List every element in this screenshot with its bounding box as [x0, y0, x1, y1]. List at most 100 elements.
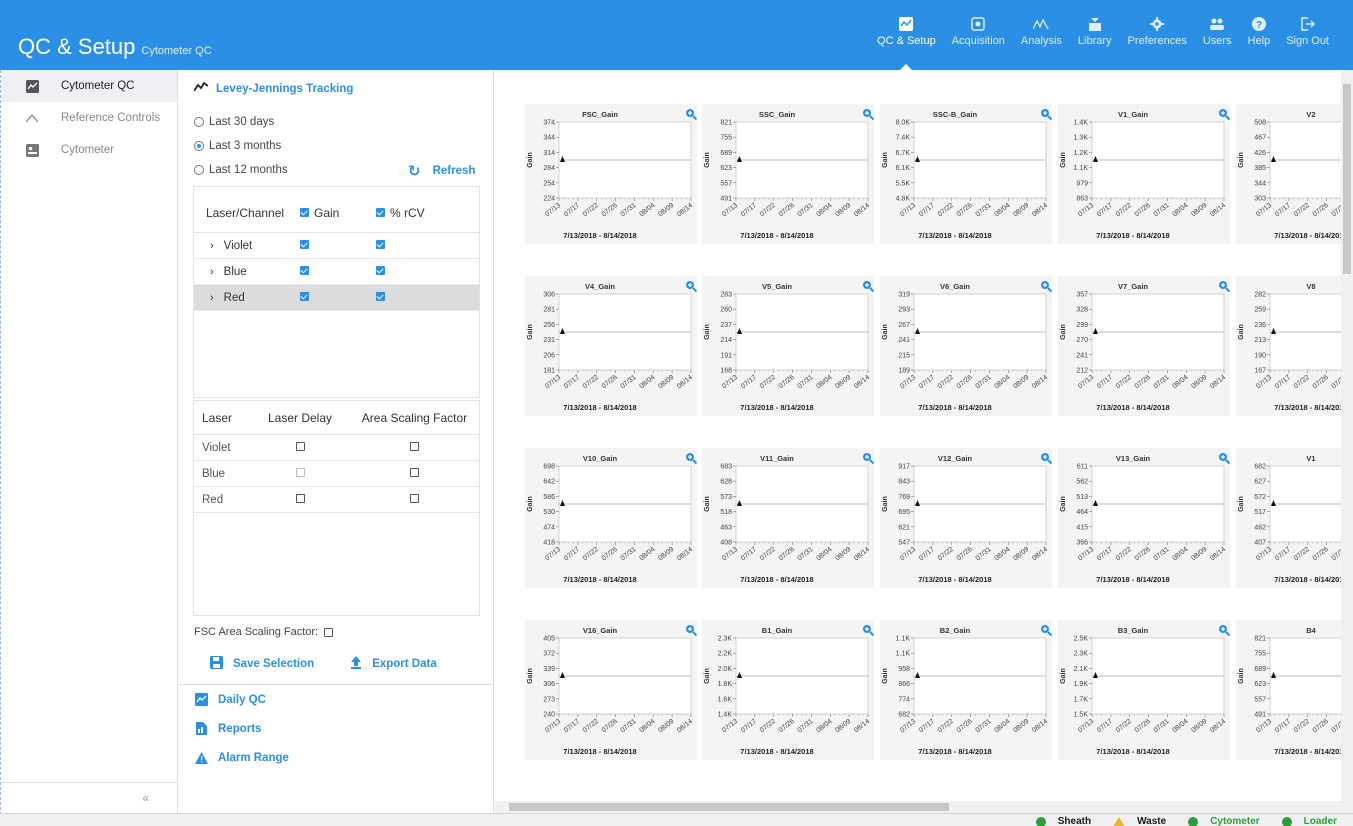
chart-panel[interactable]: FSC_Gain 374 344 314 284 254 224 Gain 07/13 07/17… [525, 104, 697, 244]
vertical-scroll-thumb[interactable] [1343, 84, 1351, 274]
nav-library[interactable]: Library [1070, 16, 1120, 64]
section-alarm-range[interactable]: Alarm Range [178, 743, 494, 772]
x-tick-label: 07/22 [937, 546, 955, 562]
y-tick-label: 273 [543, 696, 555, 703]
y-axis-label: Gain [1060, 324, 1067, 340]
horizontal-scroll-thumb[interactable] [509, 803, 949, 811]
range-radio[interactable] [194, 165, 204, 175]
y-tick-label: 1.4K [1074, 120, 1089, 127]
range-radio[interactable] [194, 141, 204, 151]
export-data-button[interactable]: Export Data [350, 656, 437, 672]
chart-panel[interactable]: V6_Gain 319 293 267 241 215 189 Gain 07/13 07/17 0… [880, 276, 1052, 416]
chart-panel[interactable]: V1 682 627 572 517 462 407 Gain 07/13 07/17 07/22 0… [1236, 448, 1341, 588]
horizontal-scrollbar[interactable] [495, 801, 1353, 813]
area-scaling-checkbox[interactable] [410, 467, 419, 477]
gain-all-checkbox[interactable] [300, 208, 309, 217]
charts-grid[interactable]: FSC_Gain 374 344 314 284 254 224 Gain 07/13 07/17… [495, 70, 1341, 801]
status-sheath[interactable]: Sheath [1035, 816, 1091, 826]
gain-checkbox[interactable] [300, 265, 309, 275]
nav-preferences[interactable]: Preferences [1120, 16, 1195, 64]
levey-jennings-heading[interactable]: Levey-Jennings Tracking [193, 81, 353, 95]
gain-checkbox[interactable] [300, 291, 309, 301]
save-selection-button[interactable]: Save Selection [210, 656, 314, 672]
x-tick-label: 07/22 [582, 546, 600, 562]
x-tick-label: 07/22 [1293, 374, 1311, 390]
range-option-2[interactable]: Last 12 months [194, 164, 288, 176]
chart-plot: 2.5K2.3K2.1K1.9K1.7K1.5KGain07/13 07/17 07… [1060, 636, 1227, 735]
chevron-right-icon[interactable]: › [210, 240, 214, 252]
nav-acquisition[interactable]: Acquisition [944, 16, 1013, 64]
x-tick-label: 07/31 [620, 718, 638, 734]
y-tick-label: 1.2K [1074, 150, 1089, 157]
refresh-button[interactable]: ↻ Refresh [408, 162, 475, 180]
chart-panel[interactable]: V12_Gain 917 843 769 695 621 547 Gain 07/13 07/17… [880, 448, 1052, 588]
chart-panel[interactable]: V5_Gain 283 260 237 214 191 168 Gain 07/13 07/17 0… [702, 276, 874, 416]
chart-panel[interactable]: B1_Gain 2.3K 2.2K 2.0K 1.8K 1.6K 1.4K Gain 07/13… [702, 620, 874, 760]
chart-panel[interactable]: V8 282 259 236 213 190 167 Gain 07/13 07/17 07/22 0… [1236, 276, 1341, 416]
sidebar-item-label: Cytometer [61, 144, 115, 156]
y-tick-label: 190 [1254, 352, 1266, 359]
x-tick-label: 08/09 [834, 718, 852, 734]
x-tick-label: 07/17 [918, 202, 936, 218]
col-gain[interactable]: Gain [300, 206, 376, 220]
gain-checkbox[interactable] [300, 239, 309, 249]
chart-date-range: 7/13/2018 - 8/14/2018 [563, 403, 637, 412]
rcv-all-checkbox[interactable] [376, 208, 385, 217]
chart-panel[interactable]: SSC_Gain 821 755 689 623 557 491 Gain 07/13 07/17… [702, 104, 874, 244]
range-radio[interactable] [194, 117, 204, 127]
y-tick-label: 260 [720, 307, 732, 314]
y-axis-label: Gain [1060, 668, 1067, 684]
x-tick-label: 07/17 [1274, 202, 1292, 218]
chart-panel[interactable]: B4 821 755 689 623 557 491 Gain 07/13 07/17 07/22 0… [1236, 620, 1341, 760]
x-tick-label: 08/14 [676, 202, 694, 218]
chart-panel[interactable]: V11_Gain 683 628 573 518 463 408 Gain 07/13 07/17… [702, 448, 874, 588]
nav-qc-setup[interactable]: QC & Setup [869, 16, 944, 70]
status-waste[interactable]: Waste [1113, 816, 1166, 826]
sidebar-item-cytometer[interactable]: Cytometer [1, 134, 177, 166]
status-cytometer[interactable]: Cytometer [1188, 816, 1260, 826]
section-daily-qc[interactable]: Daily QC [178, 685, 494, 714]
laser-delay-checkbox[interactable] [295, 493, 305, 503]
chevron-right-icon[interactable]: › [210, 292, 214, 304]
col-laser-delay: Laser Delay [267, 410, 333, 425]
col-rcv[interactable]: % rCV [376, 206, 425, 220]
sidebar-item-reference-controls[interactable]: Reference Controls [1, 102, 177, 134]
chart-panel[interactable]: SSC-B_Gain 8.0K 7.4K 6.7K 6.1K 5.5K 4.8K Gain 07… [880, 104, 1052, 244]
chart-panel[interactable]: V10_Gain 698 642 586 530 474 418 Gain 07/13 07/17… [525, 448, 697, 588]
nav-help[interactable]: ? Help [1240, 16, 1279, 64]
nav-sign-out[interactable]: Sign Out [1278, 16, 1337, 64]
x-tick-label: 07/26 [956, 202, 974, 218]
laser-delay-checkbox[interactable] [295, 441, 305, 451]
range-option-1[interactable]: Last 3 months [194, 140, 281, 152]
chart-panel[interactable]: V13_Gain 611 562 513 464 415 366 Gain 07/13 07/17… [1058, 448, 1230, 588]
chart-panel[interactable]: V16_Gain 405 372 339 306 273 240 Gain 07/13 07/17… [525, 620, 697, 760]
rcv-checkbox[interactable] [376, 265, 385, 275]
area-scaling-checkbox[interactable] [410, 441, 419, 451]
nav-analysis[interactable]: Analysis [1013, 16, 1070, 64]
rcv-checkbox[interactable] [376, 239, 385, 249]
nav-users[interactable]: Users [1195, 16, 1240, 64]
status-loader[interactable]: Loader [1281, 816, 1337, 826]
vertical-scrollbar[interactable] [1341, 70, 1353, 801]
range-option-0[interactable]: Last 30 days [194, 116, 274, 128]
chevron-right-icon[interactable]: › [210, 266, 214, 278]
section-reports[interactable]: Reports [178, 714, 494, 743]
rcv-checkbox[interactable] [376, 291, 385, 301]
y-tick-label: 6.1K [896, 165, 911, 172]
chart-panel[interactable]: B2_Gain 1.1K 1.1K 958 866 774 682 Gain 07/13 07/1… [880, 620, 1052, 760]
section-label: Daily QC [218, 693, 266, 706]
sidebar-item-cytometer-qc[interactable]: Cytometer QC [1, 70, 177, 102]
collapse-sidebar-button[interactable]: « [1, 782, 177, 805]
table-row[interactable]: › Violet [194, 233, 479, 259]
chart-panel[interactable]: V4_Gain 306 281 256 231 206 181 Gain 07/13 07/17 0… [525, 276, 697, 416]
channel-table: Laser/Channel Gain % rCV › Violet › Blue › Re… [193, 186, 480, 398]
chart-panel[interactable]: B3_Gain 2.5K 2.3K 2.1K 1.9K 1.7K 1.5K Gain 07/13… [1058, 620, 1230, 760]
table-row[interactable]: › Red [194, 285, 479, 311]
table-row[interactable]: › Blue [194, 259, 479, 285]
fsc-area-scaling-checkbox[interactable] [324, 627, 334, 637]
chart-panel[interactable]: V2 508 467 426 385 344 303 Gain 07/13 07/17 07/22 0… [1236, 104, 1341, 244]
chart-panel[interactable]: V7_Gain 357 328 299 270 241 212 Gain 07/13 07/17 0… [1058, 276, 1230, 416]
area-scaling-checkbox[interactable] [410, 493, 419, 503]
x-tick-label: 08/14 [1031, 718, 1049, 734]
chart-panel[interactable]: V1_Gain 1.4K 1.3K 1.2K 1.1K 979 863 Gain 07/13 07… [1058, 104, 1230, 244]
